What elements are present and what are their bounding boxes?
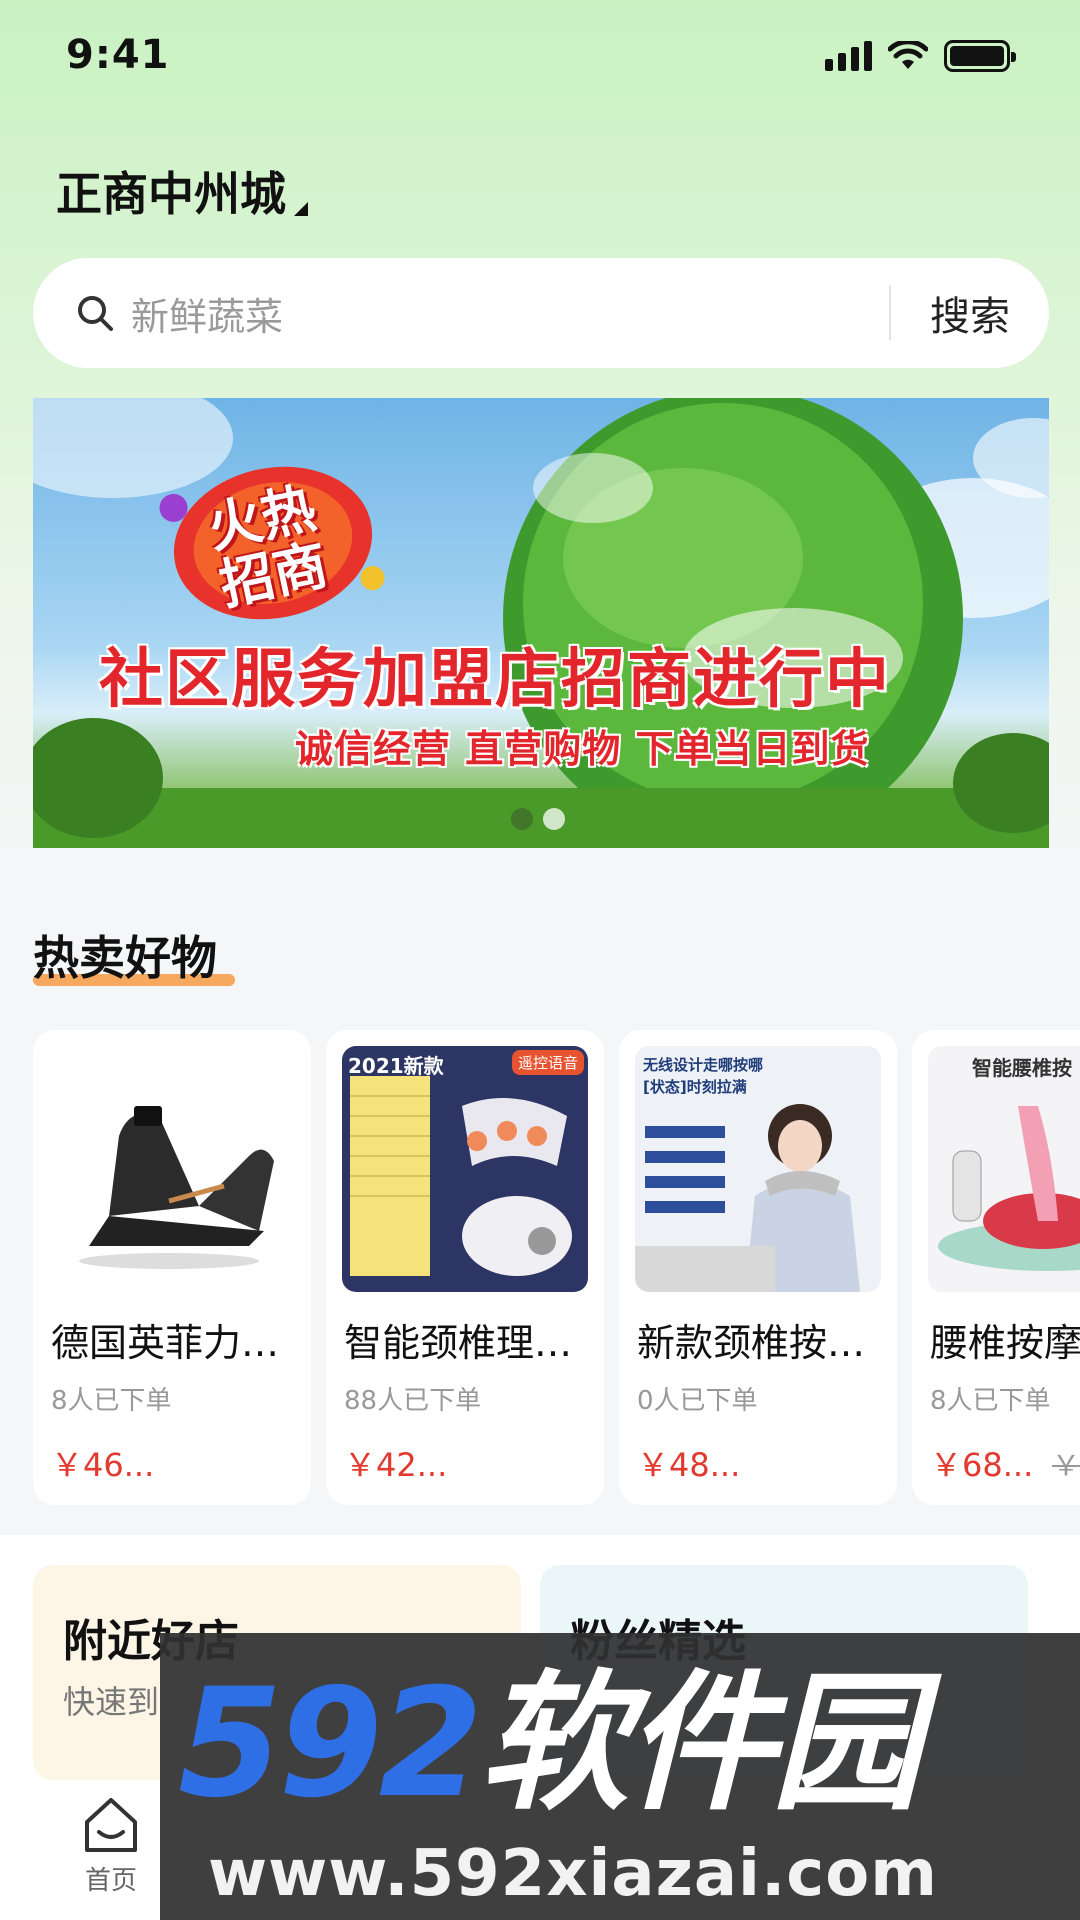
product-name: 智能颈椎理… (344, 1321, 573, 1365)
tab-home[interactable]: 首页 (66, 1792, 156, 1897)
product-image: 2021新款 遥控语音 (342, 1046, 588, 1292)
location-name: 正商中州城 (56, 167, 286, 221)
product-image-headline: 无线设计走哪按哪 (643, 1056, 764, 1074)
tab-home-label: 首页 (84, 1866, 137, 1896)
promo-banner[interactable]: 火热 招商 社区服务加盟店招商进行中 诚信经营 直营购物 下单当日到货 (33, 398, 1049, 848)
status-time: 9:41 (66, 32, 170, 78)
product-name: 新款颈椎按… (637, 1321, 866, 1365)
product-name: 德国英菲力… (51, 1321, 280, 1365)
feature-subtitle: 快速到 (63, 1683, 160, 1721)
product-image-label: 2021新款 (348, 1054, 444, 1078)
product-price: ￥42... (344, 1446, 448, 1484)
banner-dot-1[interactable] (511, 808, 533, 830)
product-orders: 88人已下单 (344, 1386, 482, 1416)
watermark-logo: 592软件园 (178, 1669, 921, 1819)
watermark-overlay: 592软件园 www.592xiazai.com (160, 1633, 1080, 1920)
product-image (49, 1046, 295, 1292)
watermark-logo-number: 592 (178, 1657, 483, 1831)
product-card[interactable]: 智能腰椎按 腰椎按摩 8人已下单 ￥68... ￥ (912, 1030, 1080, 1505)
search-icon (78, 296, 113, 331)
product-card[interactable]: 无线设计走哪按哪 [状态]时刻拉满 新款颈椎按… 0人已下单 ￥48... (619, 1030, 897, 1505)
cellular-signal-icon (825, 41, 872, 71)
section-title: 热卖好物 (33, 931, 217, 985)
battery-icon (944, 40, 1016, 72)
status-icons (825, 40, 1016, 72)
product-image: 智能腰椎按 (928, 1046, 1080, 1292)
banner-pagination[interactable] (511, 808, 565, 830)
product-orders: 0人已下单 (637, 1386, 758, 1416)
product-price: ￥68... (930, 1446, 1034, 1484)
wifi-icon (888, 41, 928, 69)
product-card[interactable]: 德国英菲力… 8人已下单 ￥46... (33, 1030, 311, 1505)
product-image: 无线设计走哪按哪 [状态]时刻拉满 (635, 1046, 881, 1292)
product-name: 腰椎按摩 (930, 1321, 1080, 1365)
watermark-logo-text: 软件园 (479, 1657, 921, 1831)
location-selector[interactable]: 正商中州城 (56, 158, 308, 224)
product-image-subline: [状态]时刻拉满 (643, 1078, 747, 1096)
product-image-badge: 遥控语音 (511, 1050, 584, 1075)
product-orders: 8人已下单 (930, 1386, 1051, 1416)
search-input[interactable]: 新鲜蔬菜 (131, 286, 889, 341)
product-list[interactable]: 德国英菲力… 8人已下单 ￥46... 2021新款 遥控语音 智能颈椎理… 8… (33, 1030, 1080, 1505)
search-button[interactable]: 搜索 (891, 284, 1049, 342)
status-bar: 9:41 (0, 0, 1080, 120)
dropdown-caret-icon (294, 202, 308, 216)
search-bar[interactable]: 新鲜蔬菜 搜索 (33, 258, 1049, 368)
product-image-headline: 智能腰椎按 (972, 1056, 1072, 1080)
watermark-url: www.592xiazai.com (208, 1837, 938, 1911)
banner-subline: 诚信经营 直营购物 下单当日到货 (295, 727, 870, 771)
home-icon (85, 1798, 137, 1852)
product-card[interactable]: 2021新款 遥控语音 智能颈椎理… 88人已下单 ￥42... (326, 1030, 604, 1505)
banner-headline: 社区服务加盟店招商进行中 (99, 643, 891, 717)
product-price: ￥46... (51, 1446, 155, 1484)
product-orders: 8人已下单 (51, 1386, 172, 1416)
product-original-price: ￥ (1052, 1449, 1080, 1482)
product-price: ￥48... (637, 1446, 741, 1484)
banner-dot-2[interactable] (543, 808, 565, 830)
